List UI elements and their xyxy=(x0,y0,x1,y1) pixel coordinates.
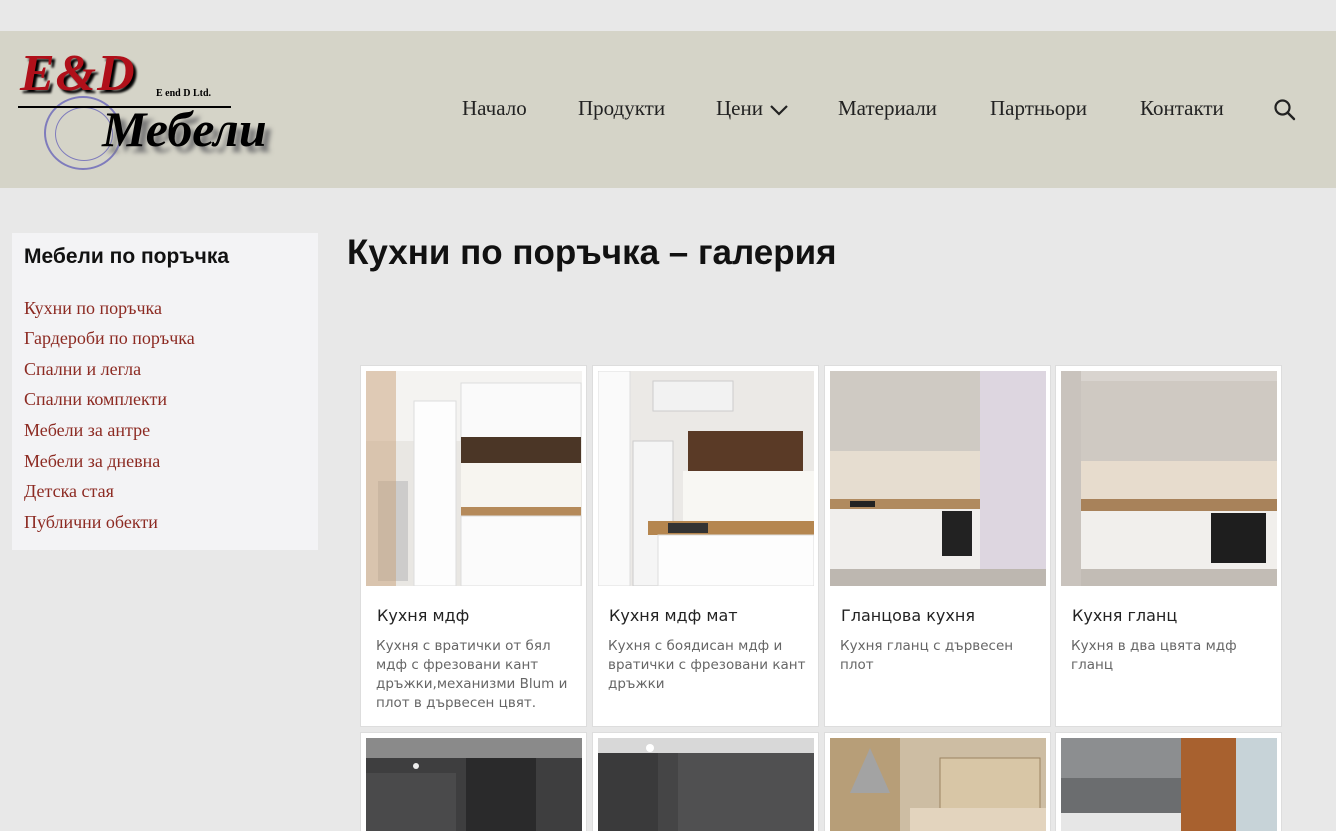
gallery-card[interactable] xyxy=(824,732,1051,831)
search-icon[interactable] xyxy=(1273,98,1297,122)
sidebar: Мебели по поръчка Кухни по поръчка Гарде… xyxy=(12,233,318,550)
gallery-card[interactable] xyxy=(1055,732,1282,831)
gallery-description: Кухня гланц с дървесен плот xyxy=(840,638,1014,673)
sidebar-item-beds[interactable]: Спални и легла xyxy=(24,359,141,380)
sidebar-item-hallway[interactable]: Мебели за антре xyxy=(24,420,150,441)
site-header: E&D E end D Ltd. Мебели Начало Продукти … xyxy=(0,31,1336,188)
sidebar-item-kids-room[interactable]: Детска стая xyxy=(24,481,114,502)
gallery-caption: Кухня мдф xyxy=(377,606,470,625)
gallery-card[interactable] xyxy=(360,732,587,831)
gallery-description: Кухня с вратички от бял мдф с фрезовани … xyxy=(376,638,568,711)
gallery-card[interactable] xyxy=(592,732,819,831)
gallery-caption: Кухня мдф мат xyxy=(609,606,738,625)
gallery-image[interactable] xyxy=(1061,371,1277,586)
logo-ltd: E end D Ltd. xyxy=(156,88,212,99)
gallery-image[interactable] xyxy=(598,738,814,831)
sidebar-item-kitchens[interactable]: Кухни по поръчка xyxy=(24,298,162,319)
logo-word: Мебели xyxy=(102,101,267,157)
chevron-down-icon xyxy=(769,98,789,123)
gallery-image[interactable] xyxy=(366,371,582,586)
nav-materials[interactable]: Материали xyxy=(838,96,937,121)
nav-partners[interactable]: Партньори xyxy=(990,96,1087,121)
gallery-image[interactable] xyxy=(598,371,814,586)
gallery-caption: Кухня гланц xyxy=(1072,606,1178,625)
nav-contacts[interactable]: Контакти xyxy=(1140,96,1224,121)
gallery-image[interactable] xyxy=(366,738,582,831)
gallery-card[interactable]: Кухня мдф мат Кухня с боядисан мдф и вра… xyxy=(592,365,819,727)
sidebar-item-public[interactable]: Публични обекти xyxy=(24,512,158,533)
gallery-image[interactable] xyxy=(830,738,1046,831)
sidebar-item-wardrobes[interactable]: Гардероби по поръчка xyxy=(24,328,195,349)
gallery-image[interactable] xyxy=(1061,738,1277,831)
gallery-description: Кухня в два цвята мдф гланц xyxy=(1071,638,1237,673)
gallery-description: Кухня с боядисан мдф и вратички с фрезов… xyxy=(608,638,806,692)
gallery-card[interactable]: Кухня мдф Кухня с вратички от бял мдф с … xyxy=(360,365,587,727)
page-title: Кухни по поръчка – галерия xyxy=(347,233,837,272)
site-logo[interactable]: E&D E end D Ltd. Мебели xyxy=(18,45,333,173)
gallery-image[interactable] xyxy=(830,371,1046,586)
sidebar-title: Мебели по поръчка xyxy=(24,245,230,268)
sidebar-item-living-room[interactable]: Мебели за дневна xyxy=(24,451,160,472)
nav-products[interactable]: Продукти xyxy=(578,96,665,121)
logo-brand: E&D xyxy=(20,45,136,102)
nav-prices[interactable]: Цени xyxy=(716,96,789,123)
nav-home[interactable]: Начало xyxy=(462,96,527,121)
gallery-caption: Гланцова кухня xyxy=(841,606,975,625)
sidebar-item-bedroom-sets[interactable]: Спални комплекти xyxy=(24,389,167,410)
nav-prices-label: Цени xyxy=(716,96,763,120)
gallery-card[interactable]: Кухня гланц Кухня в два цвята мдф гланц xyxy=(1055,365,1282,727)
gallery-card[interactable]: Гланцова кухня Кухня гланц с дървесен пл… xyxy=(824,365,1051,727)
